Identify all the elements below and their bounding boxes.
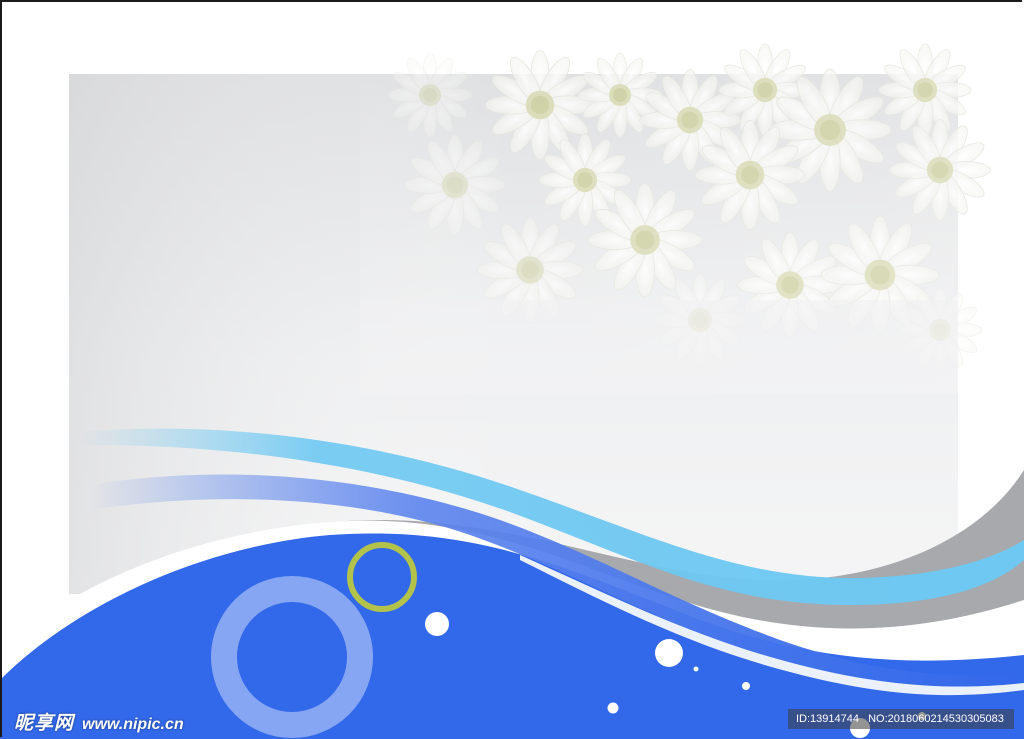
dot-icon — [607, 702, 619, 714]
dot-icon — [693, 666, 699, 672]
image-id: ID:13914744 — [796, 713, 859, 725]
dot-icon — [655, 639, 683, 667]
site-watermark: 昵享网 www.nipic.cn — [14, 708, 184, 734]
background-artwork — [0, 43, 1024, 739]
site-name: 昵享网 — [14, 712, 75, 734]
dot-icon — [425, 612, 449, 636]
image-id-tag: ID:13914744 NO:20180602145303050​83 — [788, 709, 1014, 729]
dot-icon — [742, 682, 750, 690]
site-url: www.nipic.cn — [82, 716, 184, 733]
image-number: NO:20180602145303050​83 — [868, 713, 1004, 725]
